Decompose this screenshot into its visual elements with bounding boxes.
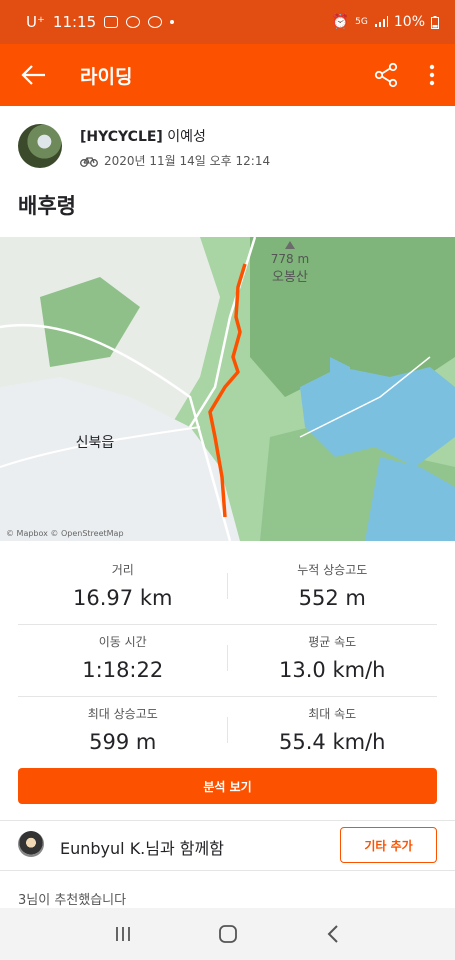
athlete-name[interactable]: [HYCYCLE] 이예성	[80, 126, 206, 146]
home-button[interactable]	[208, 914, 248, 954]
status-bar: U⁺ 11:15 ⏰ 5G 10%	[0, 0, 455, 44]
athlete-club-tag: [HYCYCLE]	[80, 129, 163, 145]
recents-icon	[115, 927, 130, 941]
stats-row: 거리 16.97 km 누적 상승고도 552 m	[18, 553, 437, 625]
network-label: 5G	[355, 17, 368, 27]
more-options-button[interactable]	[409, 44, 455, 106]
activity-meta: 2020년 11월 14일 오후 12:14	[80, 152, 270, 169]
view-analysis-button[interactable]: 분석 보기	[18, 768, 437, 804]
youtube-icon	[104, 16, 119, 28]
app-bar: 라이딩	[0, 44, 455, 106]
stat-value: 16.97 km	[73, 586, 173, 610]
group-activity-text[interactable]: Eunbyul K.님과 함께함	[60, 835, 224, 859]
activity-date: 2020년 11월 14일 오후 12:14	[104, 154, 271, 168]
stats-row: 최대 상승고도 599 m 최대 속도 55.4 km/h	[18, 697, 437, 769]
peak-elevation-label: 778 m	[271, 252, 309, 266]
athlete-avatar[interactable]	[18, 124, 62, 168]
stat-elevation-gain: 누적 상승고도 552 m	[228, 553, 438, 624]
battery-label: 10%	[393, 14, 425, 30]
back-button[interactable]	[2, 44, 64, 106]
stat-value: 599 m	[89, 730, 157, 754]
stat-max-speed: 최대 속도 55.4 km/h	[228, 697, 438, 769]
stat-moving-time: 이동 시간 1:18:22	[18, 625, 228, 696]
battery-icon	[431, 15, 439, 29]
more-vertical-icon	[429, 64, 435, 86]
stat-label: 누적 상승고도	[297, 563, 368, 577]
companion-avatar[interactable]	[18, 831, 44, 857]
stat-label: 최대 속도	[308, 707, 357, 721]
stat-max-elevation: 최대 상승고도 599 m	[18, 697, 228, 769]
stat-label: 이동 시간	[98, 635, 147, 649]
activity-title: 배후령	[18, 194, 76, 218]
stat-distance: 거리 16.97 km	[18, 553, 228, 624]
signal-icon	[374, 16, 388, 27]
clock: 11:15	[52, 13, 97, 31]
stat-value: 1:18:22	[82, 658, 164, 682]
app-icon	[148, 16, 163, 28]
stats-grid: 거리 16.97 km 누적 상승고도 552 m 이동 시간 1:18:22 …	[18, 553, 437, 769]
map-canvas: 778 m 오봉산 신북읍 © Mapbox © OpenStreetMap	[0, 237, 455, 541]
stat-label: 최대 상승고도	[87, 707, 158, 721]
stat-value: 552 m	[298, 586, 366, 610]
carrier-label: U⁺	[26, 13, 45, 31]
share-icon	[374, 62, 398, 88]
share-button[interactable]	[363, 44, 409, 106]
home-icon	[218, 925, 237, 943]
kudos-section[interactable]: 3님이 추천했습니다	[0, 870, 455, 908]
stats-row: 이동 시간 1:18:22 평균 속도 13.0 km/h	[18, 625, 437, 697]
arrow-left-icon	[21, 65, 45, 85]
route-map[interactable]: 778 m 오봉산 신북읍 © Mapbox © OpenStreetMap	[0, 237, 455, 541]
notification-icon	[126, 16, 141, 28]
group-activity: Eunbyul K.님과 함께함 기타 추가	[0, 820, 455, 870]
more-notifications-icon	[170, 20, 175, 24]
stat-value: 55.4 km/h	[279, 730, 386, 754]
kudos-text: 3님이 추천했습니다	[18, 893, 127, 908]
stat-value: 13.0 km/h	[279, 658, 386, 682]
town-label: 신북읍	[76, 435, 115, 451]
bike-icon	[80, 156, 98, 167]
athlete-name-text: 이예성	[162, 129, 206, 145]
stat-label: 거리	[111, 563, 134, 577]
peak-name-label: 오봉산	[272, 270, 308, 285]
add-others-button[interactable]: 기타 추가	[340, 827, 437, 863]
system-back-button[interactable]	[313, 914, 353, 954]
page-title: 라이딩	[80, 65, 133, 88]
stat-label: 평균 속도	[308, 635, 357, 649]
map-attribution: © Mapbox © OpenStreetMap	[6, 529, 124, 538]
chevron-left-icon	[327, 925, 338, 943]
recent-apps-button[interactable]	[103, 914, 143, 954]
activity-header: [HYCYCLE] 이예성 2020년 11월 14일 오후 12:14 배후령	[0, 106, 455, 236]
alarm-icon: ⏰	[331, 14, 350, 30]
stat-avg-speed: 평균 속도 13.0 km/h	[228, 625, 438, 696]
system-nav-bar	[0, 908, 455, 960]
